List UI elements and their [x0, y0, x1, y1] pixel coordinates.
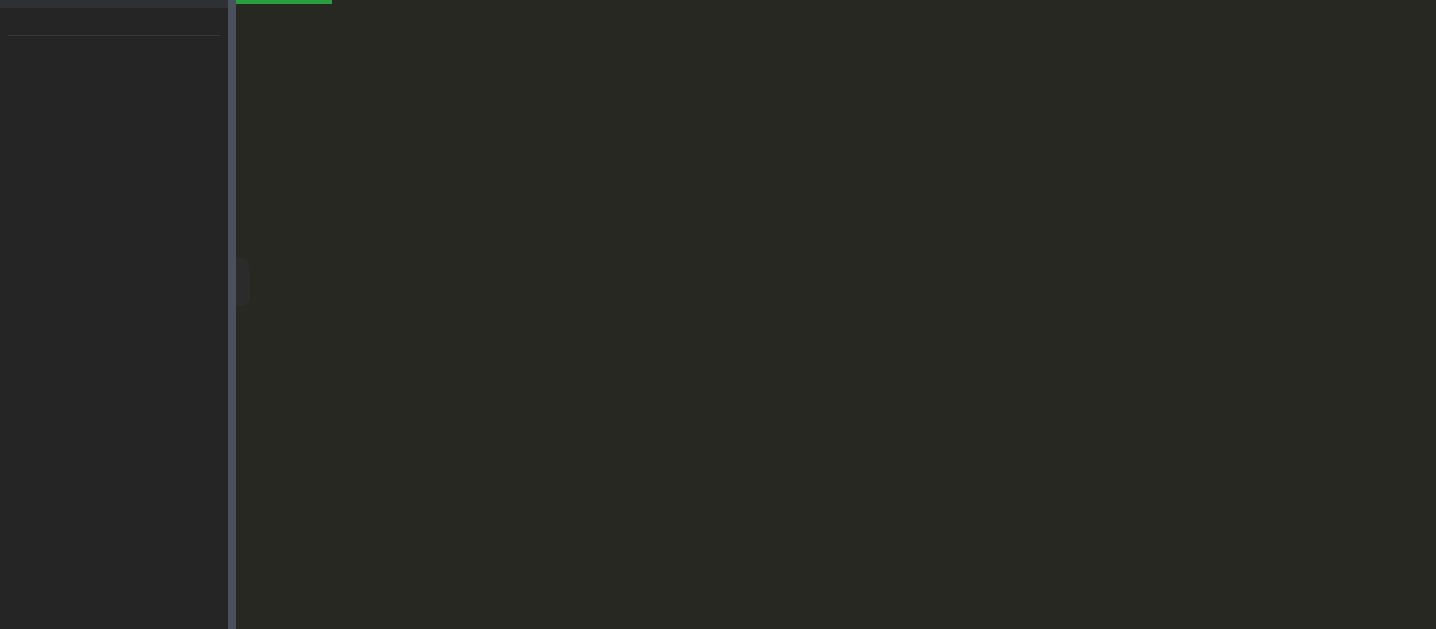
back-to-parent-link[interactable] [0, 8, 228, 34]
horizontal-scrollbar[interactable] [236, 0, 332, 4]
code-content[interactable] [236, 0, 1436, 629]
editor-window [0, 0, 1436, 629]
code-editor-pane[interactable] [236, 0, 1436, 629]
sidebar-resize-divider[interactable] [228, 0, 236, 629]
collapse-sidebar-handle[interactable] [236, 258, 250, 306]
sidebar-top-strip [0, 0, 228, 8]
file-explorer-sidebar [0, 0, 228, 629]
sidebar-divider [8, 35, 220, 36]
